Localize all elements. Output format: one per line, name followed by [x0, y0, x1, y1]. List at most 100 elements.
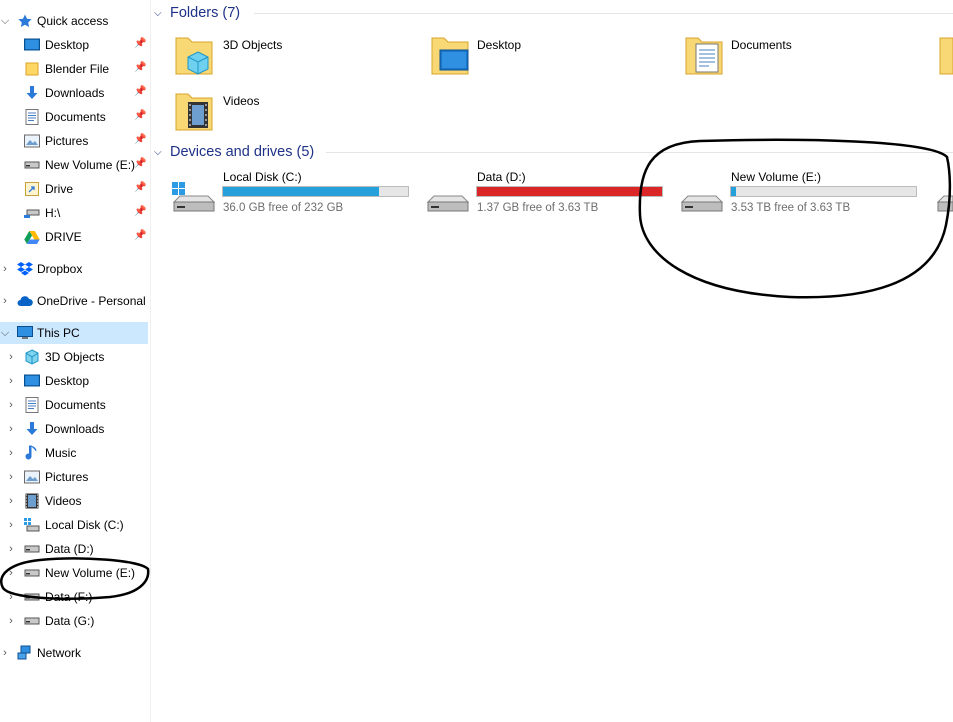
- nav-label: Pictures: [45, 134, 89, 148]
- pc-item-local-disk-c[interactable]: › Local Disk (C:): [0, 514, 148, 536]
- chevron-right-icon[interactable]: ›: [0, 290, 10, 312]
- pc-item-documents[interactable]: › Documents: [0, 394, 148, 416]
- drive-tile-local-disk-c[interactable]: Local Disk (C:) 36.0 GB free of 232 GB: [170, 168, 420, 224]
- nav-label: Quick access: [37, 14, 109, 28]
- desktop-icon: [24, 37, 40, 53]
- chevron-right-icon[interactable]: ›: [0, 258, 10, 280]
- document-icon: [24, 109, 40, 125]
- nav-label: Drive: [45, 182, 74, 196]
- nav-network[interactable]: › Network: [0, 642, 148, 664]
- drive-label: Data (D:): [477, 170, 526, 184]
- nav-label: Data (D:): [45, 542, 94, 556]
- drive-usage-fill: [223, 187, 380, 196]
- drive-icon: [24, 157, 40, 173]
- nav-label: Local Disk (C:): [45, 518, 124, 532]
- nav-onedrive[interactable]: › OneDrive - Personal: [0, 290, 148, 312]
- pin-icon: 📌: [134, 86, 147, 97]
- chevron-down-icon[interactable]: ⌵: [0, 10, 10, 32]
- qa-item-drive[interactable]: Drive 📌: [0, 178, 148, 200]
- chevron-right-icon[interactable]: ›: [6, 610, 16, 632]
- drive-free-space: 36.0 GB free of 232 GB: [223, 202, 344, 214]
- pc-item-data-g[interactable]: › Data (G:): [0, 610, 148, 632]
- film-strip-icon: [24, 493, 40, 509]
- chevron-right-icon[interactable]: ›: [6, 370, 16, 392]
- pc-item-videos[interactable]: › Videos: [0, 490, 148, 512]
- qa-item-pictures[interactable]: Pictures 📌: [0, 130, 148, 152]
- drives-group-header[interactable]: ⌵ Devices and drives (5): [154, 142, 314, 162]
- chevron-right-icon[interactable]: ›: [6, 442, 16, 464]
- chevron-right-icon[interactable]: ›: [6, 562, 16, 584]
- drive-icon: [24, 541, 40, 557]
- pc-item-new-volume-e[interactable]: › New Volume (E:): [0, 562, 148, 584]
- drives-group-title: Devices and drives (5): [170, 144, 315, 160]
- drive-free-space: 1.37 GB free of 3.63 TB: [477, 202, 599, 214]
- drive-icon: [24, 613, 40, 629]
- folder-label: Videos: [223, 94, 260, 108]
- folders-group-header[interactable]: ⌵ Folders (7): [154, 3, 240, 23]
- folder-videos-icon: [174, 88, 216, 137]
- drive-usage-fill: [477, 187, 662, 196]
- qa-item-google-drive[interactable]: DRIVE 📌: [0, 226, 148, 248]
- chevron-right-icon[interactable]: ›: [6, 490, 16, 512]
- nav-label: Videos: [45, 494, 82, 508]
- chevron-down-icon[interactable]: ⌵: [154, 8, 164, 19]
- pc-item-downloads[interactable]: › Downloads: [0, 418, 148, 440]
- nav-quick-access[interactable]: ⌵ Quick access: [0, 10, 148, 32]
- pc-item-data-f[interactable]: › Data (F:): [0, 586, 148, 608]
- drive-icon: [424, 178, 470, 217]
- chevron-right-icon[interactable]: ›: [6, 346, 16, 368]
- pc-item-data-d[interactable]: › Data (D:): [0, 538, 148, 560]
- folder-desktop-icon: [430, 32, 472, 81]
- nav-label: Desktop: [45, 374, 90, 388]
- drive-icon: [24, 565, 40, 581]
- drive-label: New Volume (E:): [731, 170, 822, 184]
- qa-item-desktop[interactable]: Desktop 📌: [0, 34, 148, 56]
- nav-dropbox[interactable]: › Dropbox: [0, 258, 148, 280]
- folder-icon: [24, 61, 40, 77]
- nav-label: New Volume (E:): [45, 566, 136, 580]
- folder-tile-videos[interactable]: Videos: [174, 86, 414, 142]
- folder-3d-objects-icon: [174, 32, 216, 81]
- nav-label: Network: [37, 646, 82, 660]
- navigation-pane[interactable]: ⌵ Quick access Desktop 📌 Blender File 📌: [0, 0, 151, 722]
- music-note-icon: [24, 445, 40, 461]
- download-arrow-icon: [24, 421, 40, 437]
- chevron-right-icon[interactable]: ›: [6, 538, 16, 560]
- pc-item-music[interactable]: › Music: [0, 442, 148, 464]
- qa-item-downloads[interactable]: Downloads 📌: [0, 82, 148, 104]
- qa-item-new-volume-e[interactable]: New Volume (E:) 📌: [0, 154, 148, 176]
- chevron-right-icon[interactable]: ›: [6, 466, 16, 488]
- folder-tile-partial[interactable]: [938, 30, 953, 86]
- folder-documents-icon: [684, 32, 726, 81]
- drive-tile-data-d[interactable]: Data (D:) 1.37 GB free of 3.63 TB: [424, 168, 674, 224]
- chevron-right-icon[interactable]: ›: [0, 642, 10, 664]
- nav-this-pc[interactable]: ⌵ This PC: [0, 322, 148, 344]
- chevron-right-icon[interactable]: ›: [6, 394, 16, 416]
- content-pane[interactable]: ⌵ Folders (7) 3D Objects Desktop Documen…: [150, 0, 953, 722]
- folder-tile-documents[interactable]: Documents: [684, 30, 924, 86]
- chevron-down-icon[interactable]: ⌵: [154, 147, 164, 158]
- pc-item-desktop[interactable]: › Desktop: [0, 370, 148, 392]
- nav-label: OneDrive - Personal: [37, 294, 146, 308]
- system-drive-icon: [170, 178, 216, 217]
- pc-item-pictures[interactable]: › Pictures: [0, 466, 148, 488]
- qa-item-h-drive[interactable]: H:\ 📌: [0, 202, 148, 224]
- pc-item-3d-objects[interactable]: › 3D Objects: [0, 346, 148, 368]
- qa-item-documents[interactable]: Documents 📌: [0, 106, 148, 128]
- drive-tile-new-volume-e[interactable]: New Volume (E:) 3.53 TB free of 3.63 TB: [678, 168, 928, 224]
- chevron-right-icon[interactable]: ›: [6, 514, 16, 536]
- nav-label: Data (G:): [45, 614, 95, 628]
- chevron-right-icon[interactable]: ›: [6, 418, 16, 440]
- drive-tile-partial[interactable]: [934, 168, 953, 224]
- qa-item-blender-file[interactable]: Blender File 📌: [0, 58, 148, 80]
- folder-tile-3d-objects[interactable]: 3D Objects: [174, 30, 414, 86]
- chevron-right-icon[interactable]: ›: [6, 586, 16, 608]
- folder-label: 3D Objects: [223, 38, 283, 52]
- chevron-down-icon[interactable]: ⌵: [0, 322, 10, 344]
- network-drive-icon: [24, 205, 40, 221]
- network-icon: [17, 645, 33, 661]
- folder-tile-desktop[interactable]: Desktop: [430, 30, 670, 86]
- drive-usage-fill: [731, 187, 737, 196]
- nav-label: This PC: [37, 326, 80, 340]
- pin-icon: 📌: [134, 134, 147, 145]
